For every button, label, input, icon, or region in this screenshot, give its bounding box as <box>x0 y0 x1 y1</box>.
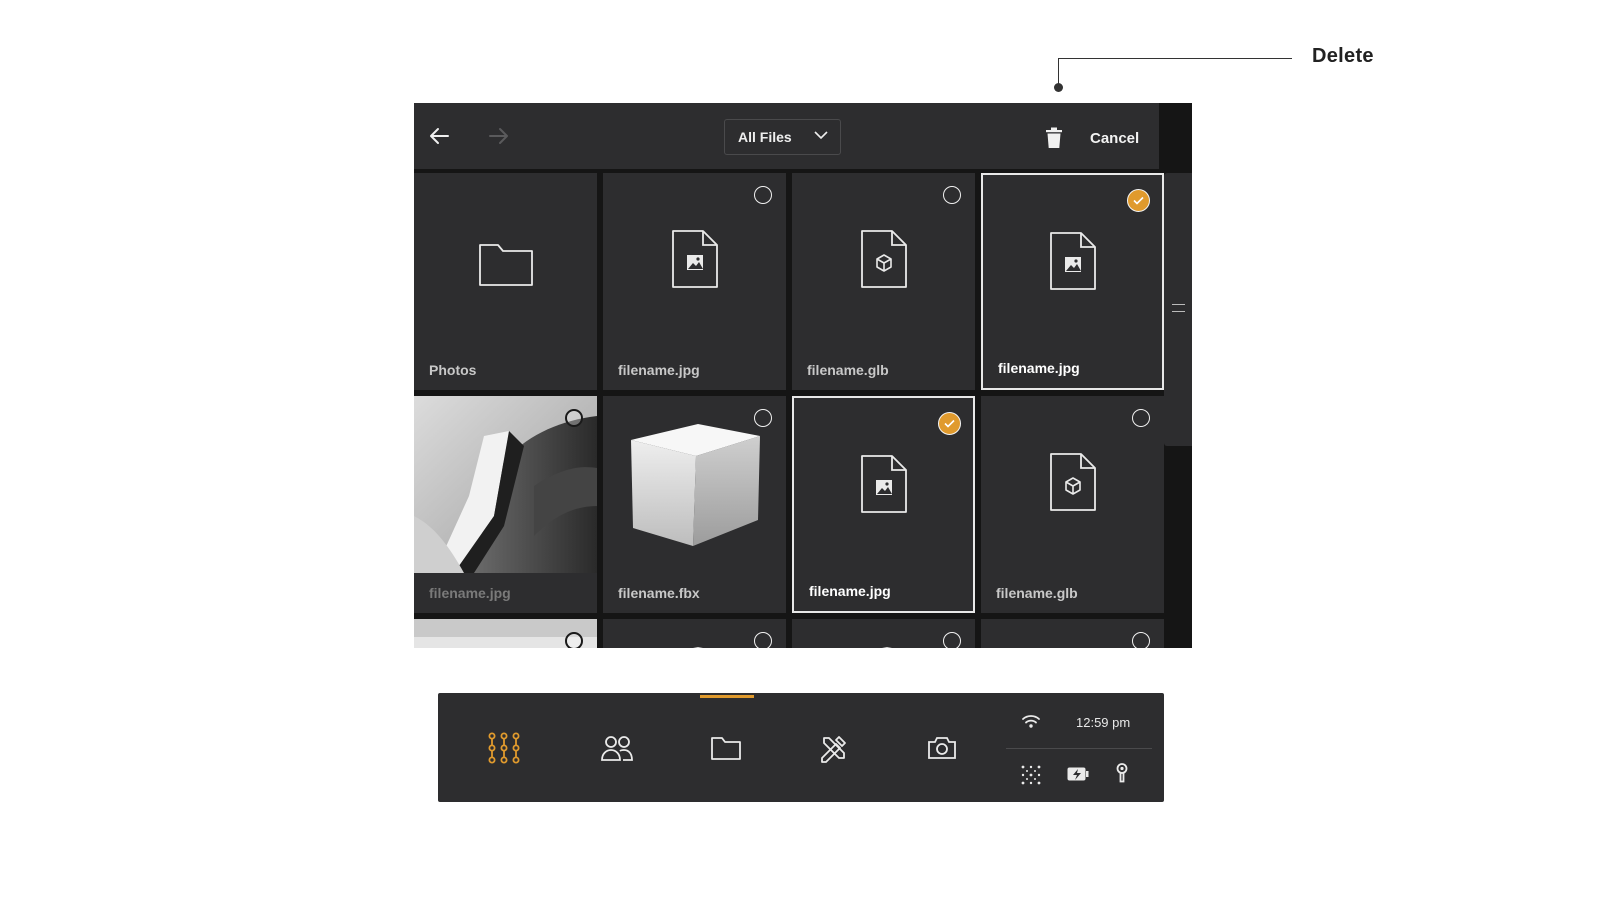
cube-thumbnail <box>631 424 760 546</box>
dock-apps-button[interactable] <box>484 730 524 766</box>
status-divider <box>1006 748 1152 749</box>
dock-files-button[interactable] <box>706 730 746 766</box>
select-radio[interactable] <box>754 409 772 427</box>
select-radio[interactable] <box>565 632 583 648</box>
tile-label: filename.jpg <box>998 360 1080 376</box>
side-panel-handle[interactable] <box>1164 173 1192 446</box>
callout-label: Delete <box>1312 45 1374 67</box>
image-file-icon <box>860 455 907 513</box>
file-tile-selected[interactable]: filename.jpg <box>981 173 1164 390</box>
arrow-left-icon <box>430 128 449 144</box>
apps-icon <box>488 732 520 764</box>
3d-file-icon <box>860 230 907 288</box>
arrow-right-icon <box>489 128 508 144</box>
battery-charging-icon <box>1067 767 1089 781</box>
tile-label: filename.glb <box>807 362 889 378</box>
back-button[interactable] <box>424 121 454 151</box>
filter-value: All Files <box>738 129 792 145</box>
clock: 12:59 pm <box>1076 715 1131 730</box>
select-radio[interactable] <box>1132 409 1150 427</box>
3d-file-icon <box>1049 453 1096 511</box>
cube-thumbnail <box>882 647 892 648</box>
select-radio[interactable] <box>943 632 961 648</box>
file-tile[interactable]: filename.glb <box>792 173 975 390</box>
select-radio[interactable] <box>943 186 961 204</box>
trash-icon <box>1046 127 1062 148</box>
folder-tile[interactable]: Photos <box>414 173 597 390</box>
callout-dot <box>1054 83 1063 92</box>
tile-label: filename.glb <box>996 585 1078 601</box>
camera-icon <box>928 737 956 759</box>
tile-label: filename.jpg <box>809 583 891 599</box>
tile-label: filename.jpg <box>429 585 511 601</box>
file-tile[interactable]: filename.jpg <box>603 173 786 390</box>
grip-icon <box>1172 304 1185 312</box>
image-file-icon <box>1049 232 1096 290</box>
select-radio[interactable] <box>754 186 772 204</box>
file-browser-window: All Files Cancel Photos filename.jpg fil… <box>414 103 1192 648</box>
tile-label: filename.fbx <box>618 585 700 601</box>
chevron-down-icon <box>814 131 828 140</box>
tile-label: Photos <box>429 362 477 378</box>
folder-icon <box>478 244 533 286</box>
dock-people-button[interactable] <box>597 730 637 766</box>
file-tile-selected[interactable]: filename.jpg <box>792 396 975 613</box>
model-tile[interactable]: filename.fbx <box>603 396 786 613</box>
folder-icon <box>711 737 741 760</box>
cube-thumbnail <box>693 647 703 648</box>
active-indicator <box>700 695 754 698</box>
model-tile[interactable] <box>792 619 975 648</box>
select-radio[interactable] <box>565 409 583 427</box>
tile-label: filename.jpg <box>618 362 700 378</box>
toolbar: All Files Cancel <box>414 103 1159 169</box>
file-tile[interactable]: filename.glb <box>981 396 1164 613</box>
tracking-icon <box>1021 765 1041 785</box>
controller-icon <box>1116 763 1128 783</box>
forward-button[interactable] <box>484 121 514 151</box>
wifi-icon <box>1022 715 1040 728</box>
file-tile[interactable] <box>981 619 1164 648</box>
people-icon <box>601 736 633 761</box>
callout-line <box>1058 58 1292 88</box>
file-filter-dropdown[interactable]: All Files <box>724 119 841 155</box>
select-radio[interactable] <box>1132 632 1150 648</box>
cancel-button[interactable]: Cancel <box>1090 130 1139 147</box>
delete-button[interactable] <box>1045 127 1067 149</box>
check-icon[interactable] <box>1127 189 1150 212</box>
system-dock: 12:59 pm <box>438 693 1164 802</box>
image-file-icon <box>671 230 718 288</box>
tools-icon <box>821 736 846 763</box>
select-radio[interactable] <box>754 632 772 648</box>
dock-camera-button[interactable] <box>922 730 962 766</box>
model-tile[interactable] <box>603 619 786 648</box>
dock-tools-button[interactable] <box>814 730 854 766</box>
photo-tile[interactable] <box>414 619 597 648</box>
file-grid: Photos filename.jpg filename.glb filenam… <box>414 173 1164 648</box>
check-icon[interactable] <box>938 412 961 435</box>
photo-tile[interactable]: filename.jpg <box>414 396 597 613</box>
